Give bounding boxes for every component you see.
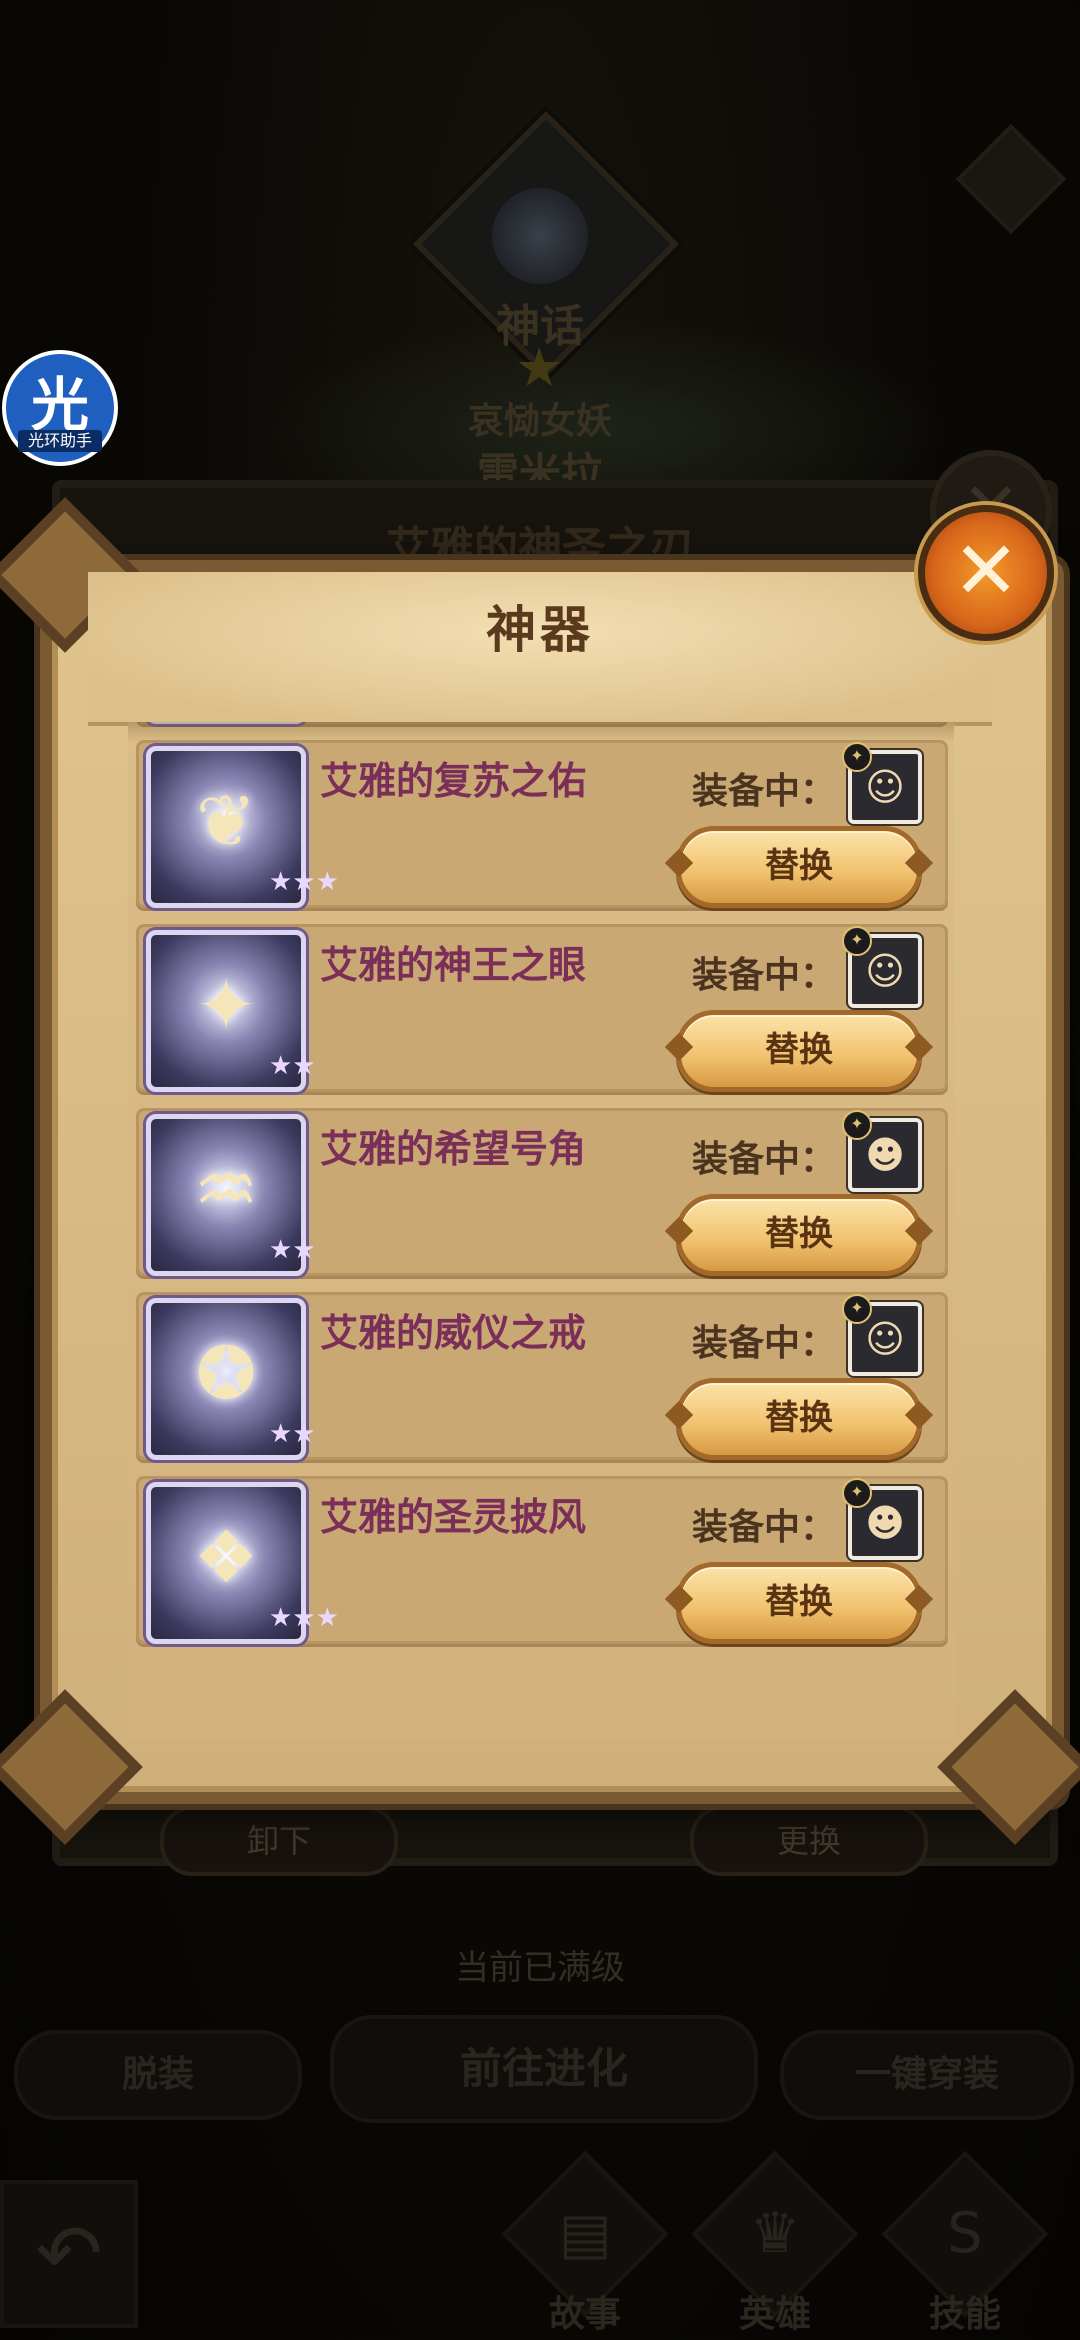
assistant-badge[interactable]: 光 光环助手 xyxy=(2,350,118,466)
nav-story-label: 故事 xyxy=(548,2294,621,2335)
hero-face-icon: ☺ xyxy=(865,765,905,809)
assistant-label: 光环助手 xyxy=(18,430,102,452)
change-button[interactable]: 更换 xyxy=(690,1806,928,1876)
artifact-name: 艾雅的圣灵披风 xyxy=(320,1495,587,1539)
hero-face-icon: ☺ xyxy=(865,949,905,993)
star-icon: ★ xyxy=(515,336,564,399)
artifact-glyph-icon: ❦ xyxy=(195,779,257,863)
nav-skill-label: 技能 xyxy=(928,2294,1001,2335)
nav-hero[interactable]: ♛ 英雄 xyxy=(691,2150,859,2335)
nav-skill[interactable]: S 技能 xyxy=(881,2150,1049,2335)
artifact-row[interactable]: ❖ ★★★ 艾雅的圣灵披风 装备中： ✦ ☻ 替换 xyxy=(136,1476,948,1644)
replace-button[interactable]: 替换 xyxy=(676,1562,922,1644)
equipped-label: 装备中： xyxy=(692,1507,837,1548)
artifact-row[interactable]: ✪ ★★ 艾雅的威仪之戒 装备中： ✦ ☺ 替换 xyxy=(136,1292,948,1460)
faction-badge-icon: ✦ xyxy=(842,742,872,772)
equipped-hero-avatar[interactable]: ✦ ☻ xyxy=(842,1110,922,1192)
artifact-stars: ★★★ xyxy=(269,867,339,897)
back-arrow-icon[interactable]: ↶ xyxy=(0,2180,138,2328)
equipped-hero-avatar[interactable]: ✦ ☻ xyxy=(842,1478,922,1560)
modal-title: 神器 xyxy=(486,601,594,659)
artifact-row[interactable]: ✦ ★★ 艾雅的神王之眼 装备中： ✦ ☺ 替换 xyxy=(136,924,948,1092)
artifact-list-scroll: ✵★★✦☺❦★★★艾雅的复苏之佑装备中：✦☺替换✦★★艾雅的神王之眼装备中：✦☺… xyxy=(128,722,954,1660)
equipped-hero-avatar[interactable]: ✦ ☺ xyxy=(842,926,922,1008)
artifact-stars: ★★ xyxy=(269,1419,316,1449)
artifact-name: 艾雅的威仪之戒 xyxy=(320,1311,587,1355)
replace-button[interactable]: 替换 xyxy=(676,826,922,908)
artifact-glyph-icon: ✦ xyxy=(195,963,257,1047)
equipped-label: 装备中： xyxy=(692,955,837,996)
faction-badge-icon: ✦ xyxy=(842,926,872,956)
equipped-hero-avatar[interactable]: ✦ ☺ xyxy=(842,1294,922,1376)
artifact-stars: ★★ xyxy=(269,1051,316,1081)
faction-badge-icon: ✦ xyxy=(842,1110,872,1140)
artifact-icon[interactable]: ❦ ★★★ xyxy=(146,746,339,908)
faction-badge-icon: ✦ xyxy=(842,1294,872,1324)
equipped-label: 装备中： xyxy=(692,1323,837,1364)
hero-title: 哀恸女妖 xyxy=(467,401,612,442)
artifact-glyph-icon: ❖ xyxy=(193,1515,259,1599)
artifact-stars: ★★★ xyxy=(269,1603,339,1633)
artifact-stars: ★★ xyxy=(269,1235,316,1265)
close-icon[interactable]: ✕ xyxy=(918,505,1054,641)
artifact-list[interactable]: ✵★★✦☺❦★★★艾雅的复苏之佑装备中：✦☺替换✦★★艾雅的神王之眼装备中：✦☺… xyxy=(128,722,954,1738)
faction-badge-icon: ✦ xyxy=(842,1478,872,1508)
evolve-button[interactable]: 前往进化 xyxy=(330,2015,758,2123)
artifact-icon[interactable]: ♒ ★★ xyxy=(146,1114,316,1276)
replace-button[interactable]: 替换 xyxy=(676,1194,922,1276)
artifact-name: 艾雅的希望号角 xyxy=(320,1127,587,1171)
artifact-icon[interactable]: ❖ ★★★ xyxy=(146,1482,339,1644)
nav-story[interactable]: ▤ 故事 xyxy=(501,2150,669,2335)
artifact-row[interactable]: ♒ ★★ 艾雅的希望号角 装备中： ✦ ☻ 替换 xyxy=(136,1108,948,1276)
artifact-glyph-icon: ✪ xyxy=(195,1331,257,1415)
one-click-equip-button[interactable]: 一键穿装 xyxy=(780,2030,1074,2120)
list-top-shadow xyxy=(128,722,954,742)
unequip-button[interactable]: 卸下 xyxy=(160,1806,398,1876)
artifact-icon[interactable]: ✪ ★★ xyxy=(146,1298,316,1460)
equipped-label: 装备中： xyxy=(692,1139,837,1180)
replace-button[interactable]: 替换 xyxy=(676,1010,922,1092)
hero-face-icon: ☻ xyxy=(865,1133,905,1177)
max-level-text: 当前已满级 xyxy=(455,1948,625,1988)
rank-emblem-icon xyxy=(492,188,588,284)
artifact-name: 艾雅的神王之眼 xyxy=(320,943,587,987)
hero-face-icon: ☺ xyxy=(865,1317,905,1361)
nav-hero-label: 英雄 xyxy=(738,2294,811,2335)
replace-button[interactable]: 替换 xyxy=(676,1378,922,1460)
hero-face-icon: ☻ xyxy=(865,1501,905,1545)
artifact-icon[interactable]: ✦ ★★ xyxy=(146,930,316,1092)
artifact-row[interactable]: ❦ ★★★ 艾雅的复苏之佑 装备中： ✦ ☺ 替换 xyxy=(136,740,948,908)
artifact-glyph-icon: ♒ xyxy=(193,1147,259,1231)
lock-icon[interactable] xyxy=(955,123,1067,235)
equipped-label: 装备中： xyxy=(692,771,837,812)
strip-button[interactable]: 脱装 xyxy=(14,2030,302,2120)
equipped-hero-avatar[interactable]: ✦ ☺ xyxy=(842,742,922,824)
artifact-name: 艾雅的复苏之佑 xyxy=(320,759,587,803)
